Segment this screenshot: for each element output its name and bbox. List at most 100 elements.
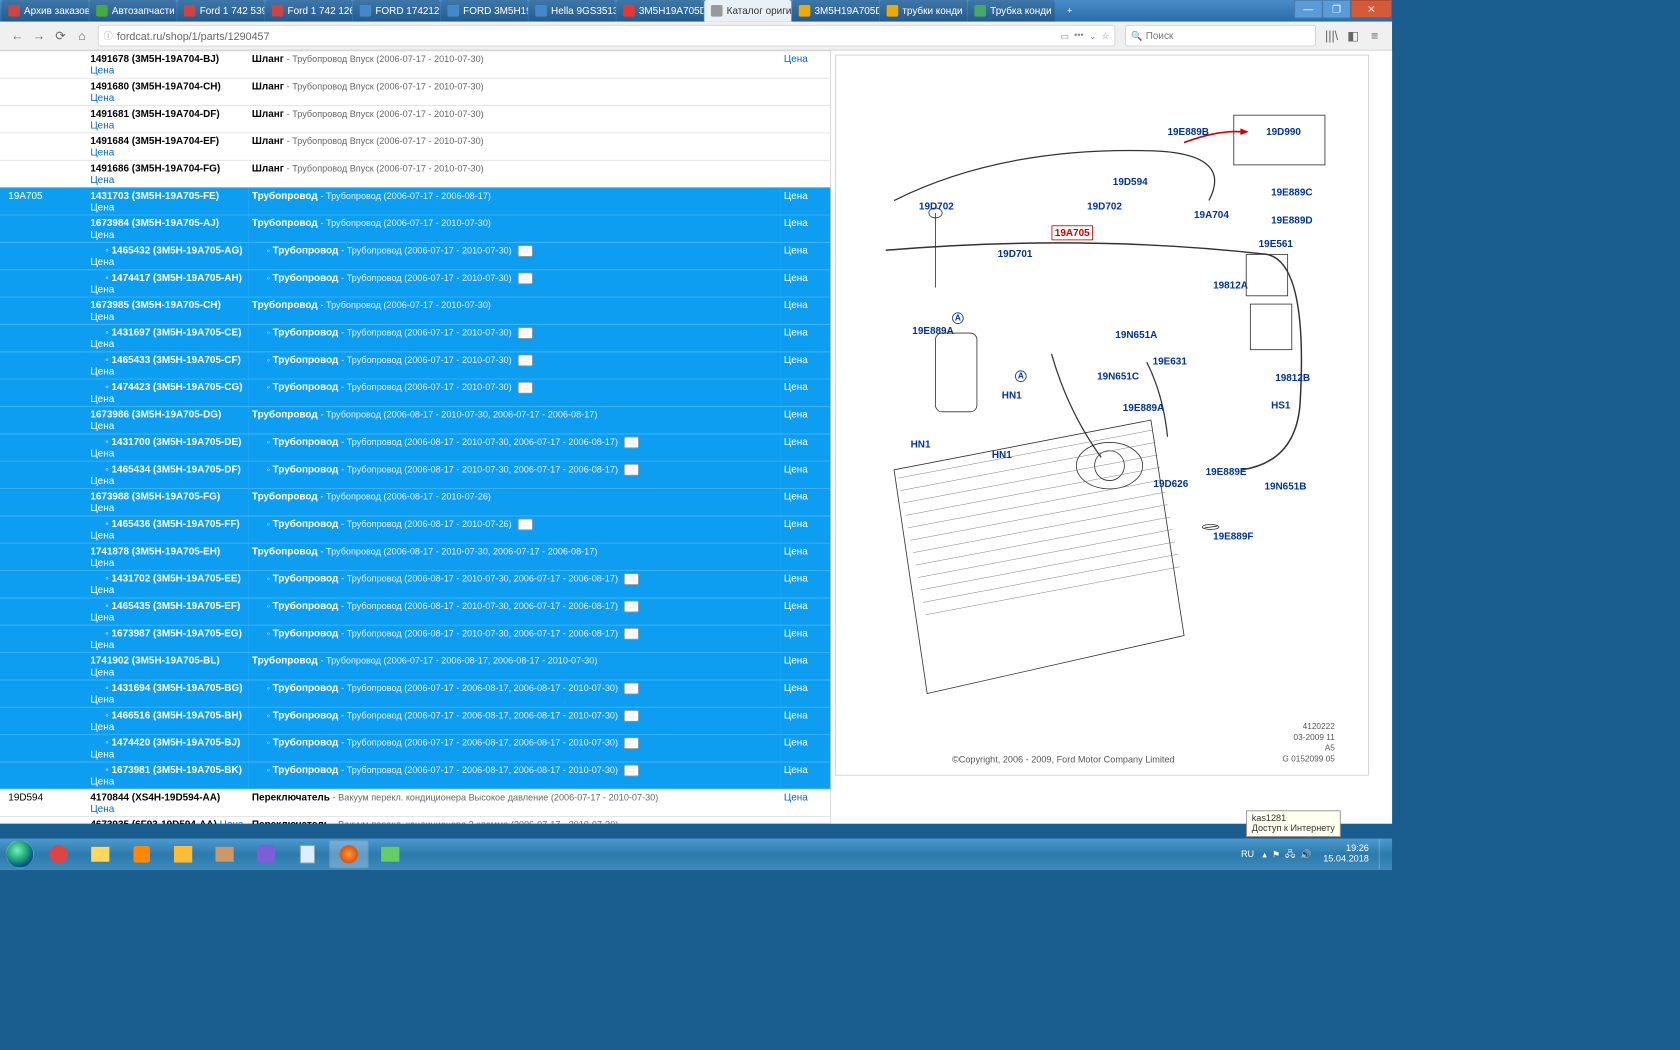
diagram-label[interactable]: 19D702 [919, 201, 954, 213]
price-link[interactable]: Цена [90, 201, 114, 213]
price-link[interactable]: Цена [90, 147, 114, 159]
url-field[interactable]: ⓘ ▭ ••• ⌄ ☆ [98, 25, 1116, 47]
shuffle-icon[interactable]: ⇄ [518, 355, 533, 367]
diagram-label[interactable]: 19E889B [1167, 126, 1208, 138]
table-row[interactable]: ◦ 1431700 (3M5H-19A705-DE) Цена◦ Трубопр… [0, 434, 830, 461]
taskbar-viber-icon[interactable] [246, 840, 286, 868]
price-link[interactable]: Цена [784, 217, 808, 229]
diagram-label[interactable]: 19812A [1213, 279, 1248, 291]
browser-tab[interactable]: Каталог оригин× [704, 0, 791, 22]
search-input[interactable] [1146, 30, 1310, 42]
diagram-label[interactable]: 19N651B [1264, 481, 1306, 493]
price-link[interactable]: Цена [784, 655, 808, 667]
table-row[interactable]: ◦ 1465435 (3M5H-19A705-EF) Цена◦ Трубопр… [0, 598, 830, 625]
price-link[interactable]: Цена [784, 190, 808, 202]
price-link[interactable]: Цена [90, 666, 114, 678]
browser-tab[interactable]: Hella 9GS35133× [529, 0, 616, 22]
price-link[interactable]: Цена [784, 709, 808, 721]
browser-tab[interactable]: 3M5H19A705D× [616, 0, 703, 22]
shuffle-icon[interactable]: ⇄ [624, 437, 639, 449]
diagram-label[interactable]: 19N651A [1115, 329, 1157, 341]
shuffle-icon[interactable]: ⇄ [518, 245, 533, 257]
shuffle-icon[interactable]: ⇄ [624, 628, 639, 640]
price-link[interactable]: Цена [784, 326, 808, 338]
taskbar-opera-icon[interactable] [39, 840, 79, 868]
table-row[interactable]: ◦ 1465433 (3M5H-19A705-CF) Цена◦ Трубопр… [0, 352, 830, 379]
price-link[interactable]: Цена [90, 119, 114, 131]
close-button[interactable]: ✕ [1351, 0, 1392, 18]
price-link[interactable]: Цена [784, 491, 808, 503]
tray-network-icon[interactable]: 🖧 [1285, 846, 1295, 862]
shuffle-icon[interactable]: ⇄ [624, 683, 639, 695]
library-icon[interactable]: |||\ [1321, 25, 1343, 47]
browser-tab[interactable]: FORD 3M5H19A× [441, 0, 528, 22]
more-icon[interactable]: ••• [1074, 30, 1084, 41]
table-row[interactable]: ◦ 1431694 (3M5H-19A705-BG) Цена◦ Трубопр… [0, 680, 830, 707]
price-link[interactable]: Цена [784, 272, 808, 284]
table-row[interactable]: ◦ 1673981 (3M5H-19A705-BK) Цена◦ Трубопр… [0, 762, 830, 789]
price-link[interactable]: Цена [90, 557, 114, 569]
table-row[interactable]: 1491684 (3M5H-19A704-EF) ЦенаШланг - Тру… [0, 133, 830, 160]
price-link[interactable]: Цена [784, 408, 808, 420]
price-link[interactable]: Цена [90, 92, 114, 104]
taskbar-app1-icon[interactable] [205, 840, 245, 868]
minimize-button[interactable]: — [1294, 0, 1322, 18]
shuffle-icon[interactable]: ⇄ [624, 601, 639, 613]
table-row[interactable]: ◦ 1474423 (3M5H-19A705-CG) Цена◦ Трубопр… [0, 379, 830, 406]
price-link[interactable]: Цена [90, 803, 114, 815]
table-row[interactable]: ◦ 1465436 (3M5H-19A705-FF) Цена◦ Трубопр… [0, 516, 830, 543]
table-row[interactable]: ◦ 1474420 (3M5H-19A705-BJ) Цена◦ Трубопр… [0, 735, 830, 762]
taskbar-media-icon[interactable] [122, 840, 162, 868]
browser-tab[interactable]: Автозапчасти Ford× [89, 0, 176, 22]
show-desktop-button[interactable] [1379, 839, 1389, 869]
table-row[interactable]: 1741878 (3M5H-19A705-EH) ЦенаТрубопровод… [0, 543, 830, 570]
diagram-label[interactable]: 19E889E [1206, 466, 1247, 478]
table-row[interactable]: 4673935 (6F93-19D594-AA) ЦенаПереключате… [0, 817, 830, 824]
diagram-label[interactable]: 19A704 [1194, 209, 1229, 221]
price-link[interactable]: Цена [90, 447, 114, 459]
browser-tab[interactable]: FORD 1742126× [353, 0, 440, 22]
shuffle-icon[interactable]: ⇄ [624, 737, 639, 749]
price-link[interactable]: Цена [784, 53, 808, 65]
price-link[interactable]: Цена [784, 354, 808, 366]
price-link[interactable]: Цена [90, 721, 114, 733]
diagram-label[interactable]: 19D990 [1266, 126, 1301, 138]
tray-volume-icon[interactable]: 🔊 [1300, 849, 1311, 860]
diagram-label[interactable]: 19E889A [912, 325, 953, 337]
price-link[interactable]: Цена [784, 518, 808, 530]
browser-tab[interactable]: Трубка конди× [968, 0, 1055, 22]
shuffle-icon[interactable]: ⇄ [624, 464, 639, 476]
price-link[interactable]: Цена [784, 737, 808, 749]
diagram-label[interactable]: 19D626 [1153, 478, 1188, 490]
tray-clock[interactable]: 19:26 15.04.2018 [1317, 843, 1376, 865]
table-row[interactable]: ◦ 1466516 (3M5H-19A705-BH) Цена◦ Трубопр… [0, 707, 830, 734]
price-link[interactable]: Цена [784, 627, 808, 639]
diagram-label[interactable]: HS1 [1271, 399, 1290, 411]
shuffle-icon[interactable]: ⇄ [518, 327, 533, 339]
price-link[interactable]: Цена [784, 573, 808, 585]
tray-flag-icon[interactable]: ⚑ [1272, 849, 1280, 860]
price-link[interactable]: Цена [90, 612, 114, 624]
tab-close-icon[interactable]: × [1052, 5, 1055, 17]
bookmark-icon[interactable]: ☆ [1101, 30, 1109, 41]
price-link[interactable]: Цена [90, 365, 114, 377]
price-link[interactable]: Цена [784, 436, 808, 448]
menu-icon[interactable]: ≡ [1364, 25, 1386, 47]
table-row[interactable]: 1673986 (3M5H-19A705-DG) ЦенаТрубопровод… [0, 406, 830, 433]
price-link[interactable]: Цена [784, 299, 808, 311]
url-input[interactable] [117, 29, 1061, 41]
price-link[interactable]: Цена [784, 600, 808, 612]
diagram-label[interactable]: 19D594 [1113, 176, 1148, 188]
maximize-button[interactable]: ❐ [1322, 0, 1350, 18]
shuffle-icon[interactable]: ⇄ [518, 519, 533, 531]
table-row[interactable]: 1491686 (3M5H-19A704-FG) ЦенаШланг - Тру… [0, 160, 830, 187]
diagram-label[interactable]: 19D701 [998, 248, 1033, 260]
browser-tab[interactable]: Архив заказов× [2, 0, 89, 22]
table-row[interactable]: 1673988 (3M5H-19A705-FG) ЦенаТрубопровод… [0, 488, 830, 515]
taskbar-firefox-icon[interactable] [329, 840, 369, 868]
browser-tab[interactable]: трубки конди× [880, 0, 967, 22]
table-row[interactable]: ◦ 1431702 (3M5H-19A705-EE) Цена◦ Трубопр… [0, 570, 830, 597]
price-link[interactable]: Цена [90, 393, 114, 405]
shuffle-icon[interactable]: ⇄ [624, 573, 639, 585]
taskbar-calc-icon[interactable] [288, 840, 328, 868]
